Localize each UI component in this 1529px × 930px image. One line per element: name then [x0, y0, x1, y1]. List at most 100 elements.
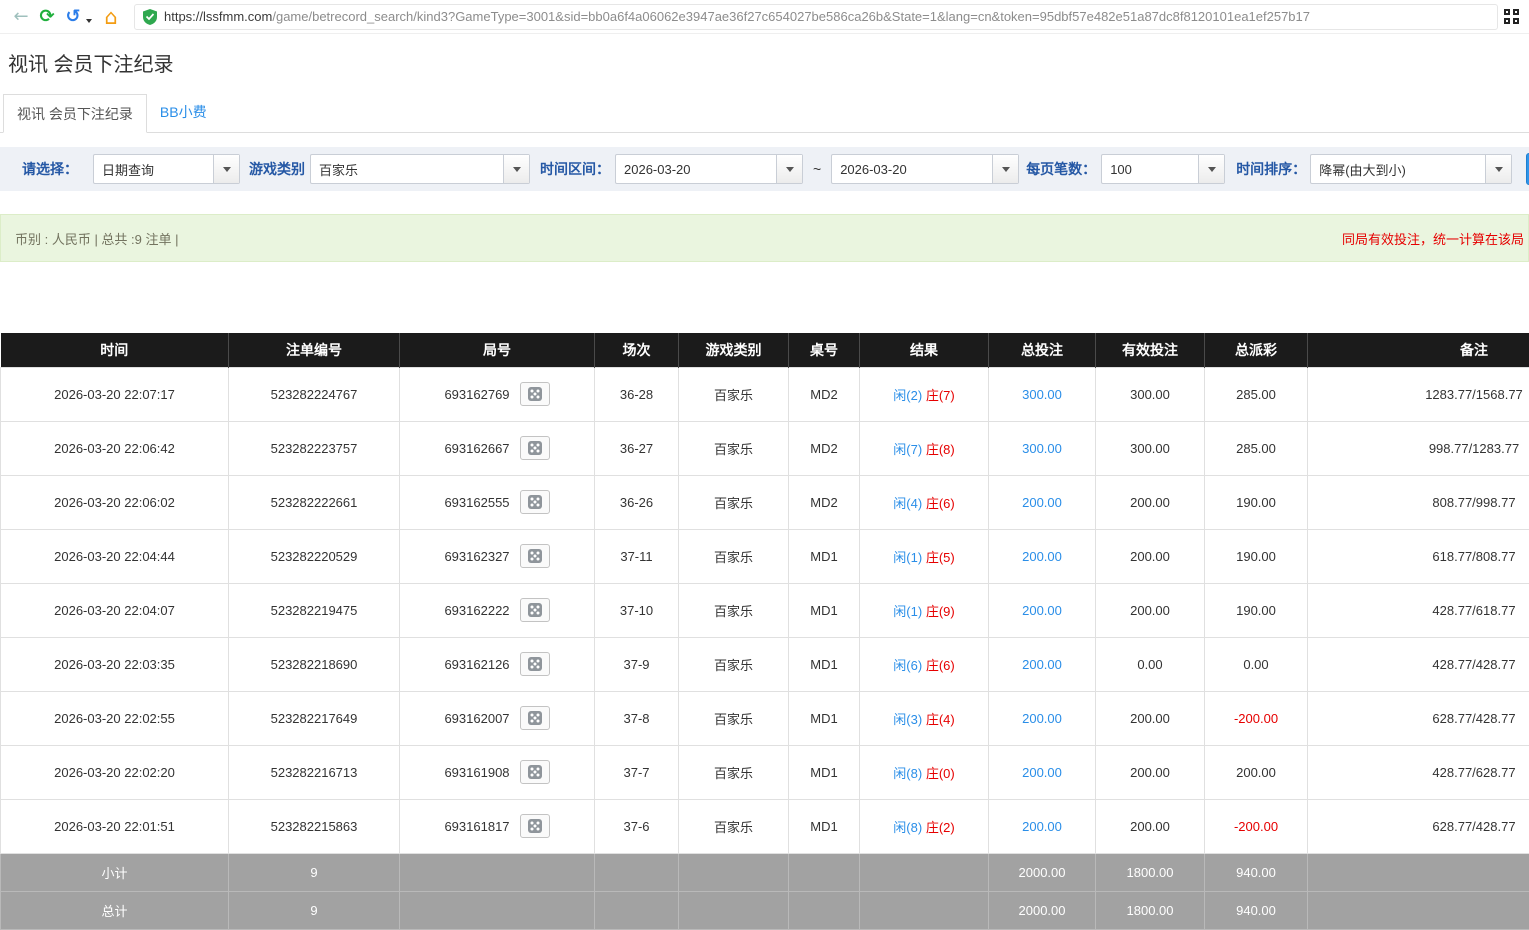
cell-total-bet: 200.00: [989, 475, 1096, 529]
cell-total-bet: 200.00: [989, 637, 1096, 691]
view-round-button[interactable]: [520, 760, 550, 784]
cell-bet-id: 523282222661: [229, 475, 400, 529]
chevron-down-icon[interactable]: [992, 155, 1018, 183]
dice-icon: [527, 818, 543, 834]
total-bet-link[interactable]: 200.00: [1022, 603, 1062, 618]
summary-bar: 币别 : 人民币 | 总共 :9 注单 | 同局有效投注，统一计算在该局: [0, 214, 1529, 262]
total-bet-link[interactable]: 300.00: [1022, 441, 1062, 456]
total-bet-link[interactable]: 200.00: [1022, 765, 1062, 780]
cell-valid-bet: 0.00: [1096, 637, 1205, 691]
cell-bet-id: 523282215863: [229, 799, 400, 853]
bet-records-table: 时间注单编号局号场次游戏类别桌号结果总投注有效投注总派彩备注 2026-03-2…: [0, 333, 1529, 930]
result-player: 闲(7): [893, 442, 922, 457]
chevron-down-icon[interactable]: [213, 155, 239, 183]
chevron-down-icon[interactable]: [1485, 155, 1511, 183]
view-round-button[interactable]: [520, 490, 550, 514]
cell-round: 693161908: [400, 745, 595, 799]
total-bet-link[interactable]: 200.00: [1022, 549, 1062, 564]
column-header: 游戏类别: [679, 333, 789, 367]
security-shield-icon[interactable]: [143, 9, 157, 25]
address-bar[interactable]: https://lssfmm.com/game/betrecord_search…: [134, 4, 1498, 30]
undo-icon[interactable]: ↺: [60, 4, 86, 30]
round-number: 693162007: [444, 711, 509, 726]
date-to-input[interactable]: 2026-03-20: [831, 154, 1019, 184]
summary-cell: 2000.00: [989, 891, 1096, 929]
total-bet-link[interactable]: 200.00: [1022, 657, 1062, 672]
cell-result: 闲(8) 庄(0): [860, 745, 989, 799]
cell-time: 2026-03-20 22:04:44: [1, 529, 229, 583]
summary-cell: [860, 853, 989, 891]
column-header: 有效投注: [1096, 333, 1205, 367]
back-icon[interactable]: ←: [8, 4, 34, 30]
cell-valid-bet: 200.00: [1096, 529, 1205, 583]
cell-bet-id: 523282220529: [229, 529, 400, 583]
tab-bb-tip[interactable]: BB小费: [147, 93, 220, 132]
currency-total-text: 币别 : 人民币 | 总共 :9 注单 |: [15, 229, 179, 248]
view-round-button[interactable]: [520, 814, 550, 838]
date-to-value: 2026-03-20: [832, 155, 992, 183]
view-round-button[interactable]: [520, 706, 550, 730]
dice-icon: [527, 764, 543, 780]
cell-table-no: MD2: [789, 367, 860, 421]
column-header: 备注: [1308, 333, 1529, 367]
cell-session: 37-8: [595, 691, 679, 745]
query-type-select[interactable]: 日期查询: [93, 154, 240, 184]
cell-game-type: 百家乐: [679, 799, 789, 853]
total-bet-link[interactable]: 300.00: [1022, 387, 1062, 402]
query-type-label: 请选择：: [22, 159, 78, 179]
game-type-select[interactable]: 百家乐: [310, 154, 530, 184]
summary-cell: 总计: [1, 891, 229, 929]
view-round-button[interactable]: [520, 598, 550, 622]
cell-result: 闲(1) 庄(9): [860, 583, 989, 637]
cell-time: 2026-03-20 22:07:17: [1, 367, 229, 421]
chevron-down-icon[interactable]: [503, 155, 529, 183]
result-player: 闲(3): [893, 712, 922, 727]
chevron-down-icon[interactable]: [776, 155, 802, 183]
cell-table-no: MD1: [789, 637, 860, 691]
summary-cell: [789, 853, 860, 891]
cell-result: 闲(8) 庄(2): [860, 799, 989, 853]
total-bet-link[interactable]: 200.00: [1022, 495, 1062, 510]
filter-bar: 请选择： 日期查询 游戏类别 百家乐 时间区间： 2026-03-20 ~ 20…: [0, 147, 1529, 191]
chevron-down-icon[interactable]: [1198, 155, 1224, 183]
cell-game-type: 百家乐: [679, 529, 789, 583]
view-round-button[interactable]: [520, 544, 550, 568]
cell-note: 428.77/618.77: [1308, 583, 1529, 637]
summary-cell: 940.00: [1205, 853, 1308, 891]
dice-icon: [527, 440, 543, 456]
total-bet-link[interactable]: 200.00: [1022, 819, 1062, 834]
cell-round: 693161817: [400, 799, 595, 853]
undo-dropdown-icon[interactable]: [86, 19, 92, 23]
home-icon[interactable]: ⌂: [98, 4, 124, 30]
cell-note: 628.77/428.77: [1308, 799, 1529, 853]
cell-payout: 190.00: [1205, 583, 1308, 637]
cell-valid-bet: 200.00: [1096, 583, 1205, 637]
cell-result: 闲(6) 庄(6): [860, 637, 989, 691]
view-round-button[interactable]: [520, 436, 550, 460]
round-number: 693162555: [444, 495, 509, 510]
cell-valid-bet: 300.00: [1096, 367, 1205, 421]
cell-time: 2026-03-20 22:03:35: [1, 637, 229, 691]
tab-bet-records[interactable]: 视讯 会员下注纪录: [3, 94, 147, 133]
total-bet-link[interactable]: 200.00: [1022, 711, 1062, 726]
total-row: 总计92000.001800.00940.00: [1, 891, 1529, 929]
view-round-button[interactable]: [520, 652, 550, 676]
round-number: 693161908: [444, 765, 509, 780]
page-size-select[interactable]: 100: [1101, 154, 1225, 184]
refresh-icon[interactable]: ⟳: [34, 4, 60, 30]
view-round-button[interactable]: [520, 382, 550, 406]
cell-round: 693162555: [400, 475, 595, 529]
cell-note: 808.77/998.77: [1308, 475, 1529, 529]
cell-note: 1283.77/1568.77: [1308, 367, 1529, 421]
cell-bet-id: 523282219475: [229, 583, 400, 637]
extension-icon[interactable]: [1504, 9, 1519, 24]
result-player: 闲(4): [893, 496, 922, 511]
cell-bet-id: 523282216713: [229, 745, 400, 799]
cell-session: 37-6: [595, 799, 679, 853]
dice-icon: [527, 656, 543, 672]
sort-order-label: 时间排序：: [1236, 159, 1306, 179]
cell-session: 37-10: [595, 583, 679, 637]
sort-order-select[interactable]: 降幂(由大到小): [1310, 154, 1512, 184]
date-from-input[interactable]: 2026-03-20: [615, 154, 803, 184]
page-title: 视讯 会员下注纪录: [8, 54, 1529, 77]
